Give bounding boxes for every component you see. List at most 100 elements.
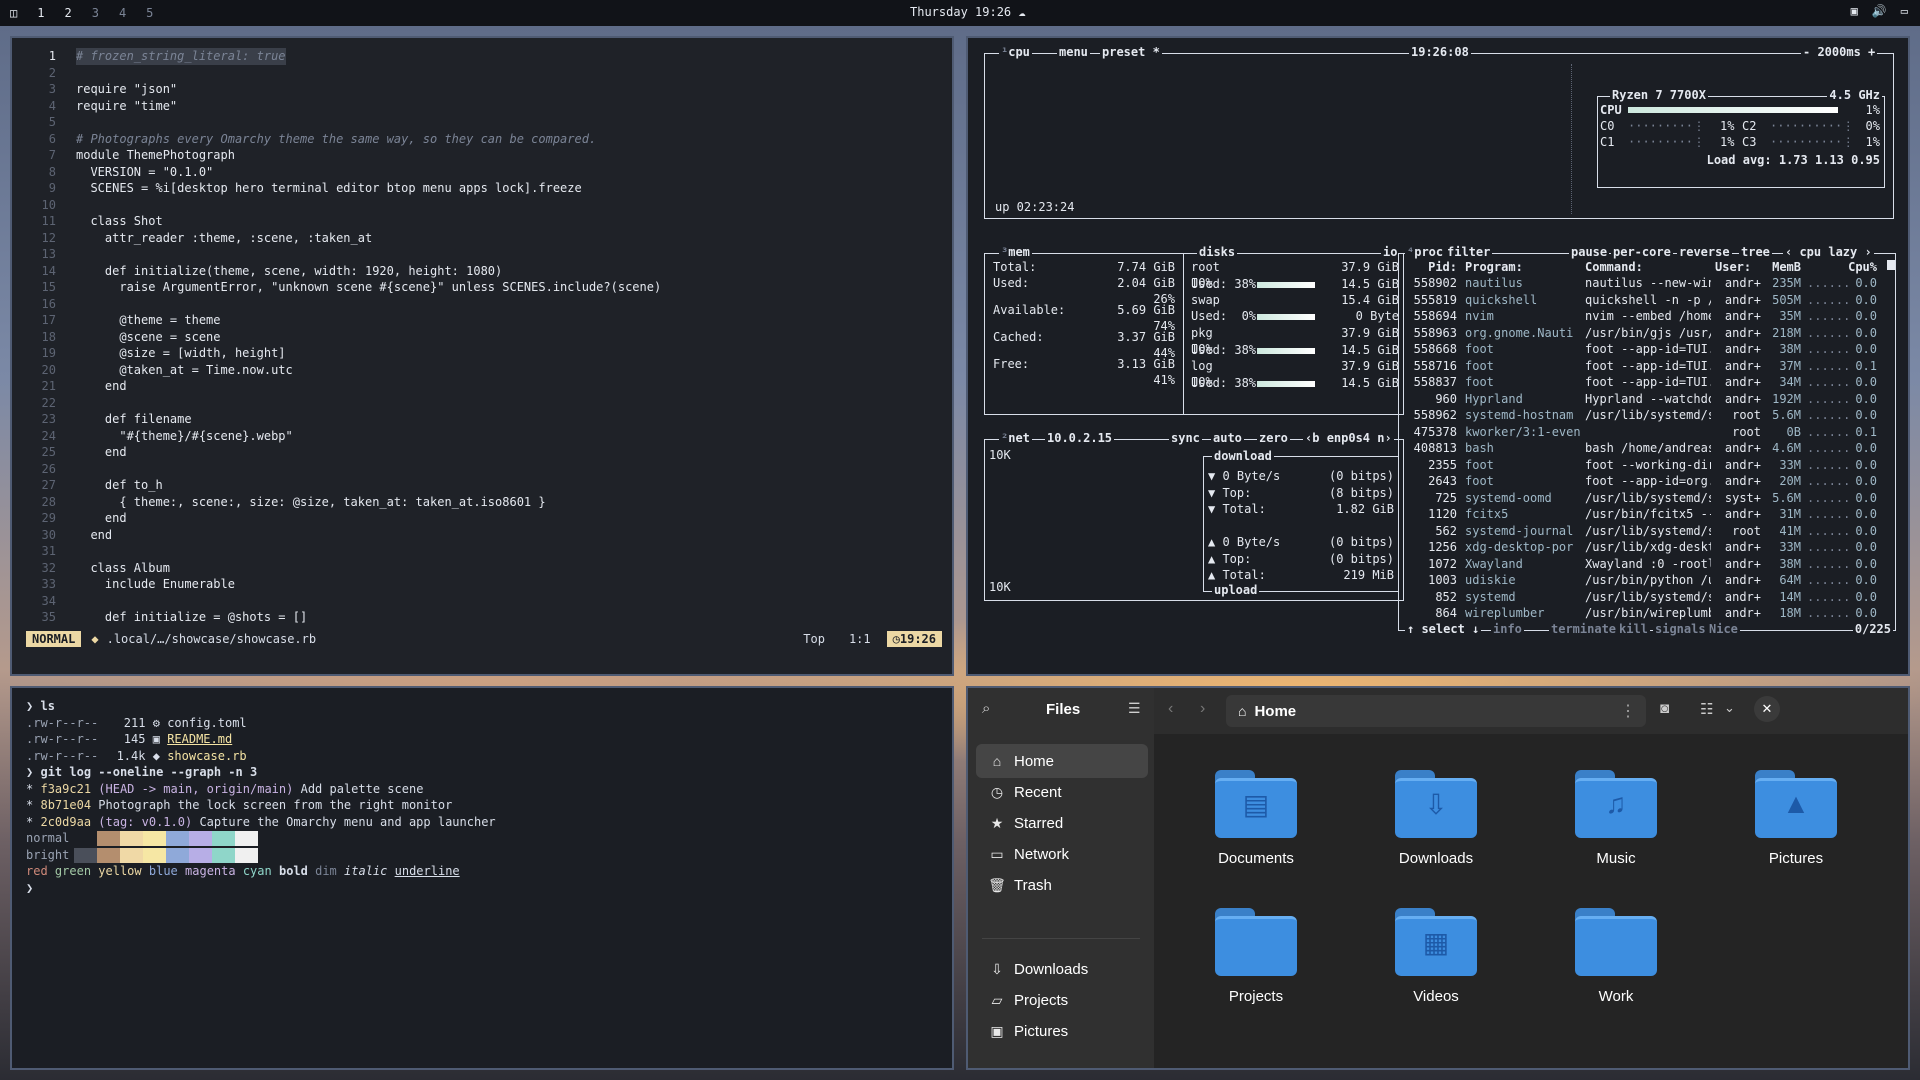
code-line[interactable]: 2: [12, 65, 952, 82]
code-line[interactable]: 24 "#{theme}/#{scene}.webp": [12, 428, 952, 445]
code-line[interactable]: 28 { theme:, scene:, size: @size, taken_…: [12, 494, 952, 511]
code-line[interactable]: 19 @size = [width, height]: [12, 345, 952, 362]
code-line[interactable]: 33 include Enumerable: [12, 576, 952, 593]
folder-work[interactable]: Work: [1546, 908, 1686, 1005]
screen-record-icon[interactable]: ▣: [1851, 4, 1858, 18]
code-line[interactable]: 17 @theme = theme: [12, 312, 952, 329]
proc-header-cell[interactable]: MemB: [1741, 260, 1801, 274]
code-line[interactable]: 12 attr_reader :theme, :scene, :taken_at: [12, 230, 952, 247]
forward-button[interactable]: ›: [1200, 700, 1205, 718]
folder-documents[interactable]: ▤ Documents: [1186, 770, 1326, 867]
proc-nice[interactable]: Nice: [1707, 622, 1740, 636]
code-line[interactable]: 5: [12, 114, 952, 131]
clock[interactable]: Thursday 19:26 ☁: [910, 5, 1026, 19]
files-window[interactable]: ⌕ Files ☰ ⌂ Home ◷ Recent ★ Starred ▭ Network 🗑 T…: [966, 686, 1910, 1070]
sidebar-item-network[interactable]: ▭ Network: [976, 837, 1148, 871]
code-line[interactable]: 6 # Photographs every Omarchy theme the s…: [12, 131, 952, 148]
cpu-box-title[interactable]: ¹cpu: [999, 45, 1032, 59]
proc-scrollbar[interactable]: [1887, 260, 1895, 270]
code-line[interactable]: 32 class Album: [12, 560, 952, 577]
code-line[interactable]: 30 end: [12, 527, 952, 544]
proc-signals[interactable]: signals: [1653, 622, 1708, 636]
sidebar-item-starred[interactable]: ★ Starred: [976, 806, 1148, 840]
close-icon[interactable]: ✕: [1754, 696, 1780, 722]
net-sync-toggle[interactable]: sync: [1169, 431, 1202, 445]
proc-header-cell[interactable]: Pid:: [1397, 260, 1457, 274]
preset-toggle[interactable]: preset *: [1100, 45, 1162, 59]
volume-icon[interactable]: 🔊: [1872, 4, 1887, 18]
code-line[interactable]: 13: [12, 246, 952, 263]
proc-tree[interactable]: tree: [1739, 245, 1772, 259]
code-line[interactable]: 26: [12, 461, 952, 478]
code-line[interactable]: 16: [12, 296, 952, 313]
nvim-editor-window[interactable]: 1 # frozen_string_literal: true 2 3 require …: [10, 36, 954, 676]
proc-reverse[interactable]: reverse: [1677, 245, 1732, 259]
net-interface[interactable]: ‹b enp0s4 n›: [1303, 431, 1394, 445]
code-line[interactable]: 23 def filename: [12, 411, 952, 428]
code-line[interactable]: 11 class Shot: [12, 213, 952, 230]
sidebar-item-projects[interactable]: ▱ Projects: [976, 983, 1148, 1017]
search-icon[interactable]: ⌕: [982, 700, 990, 717]
code-line[interactable]: 1 # frozen_string_literal: true: [12, 48, 952, 65]
screenshot-icon[interactable]: ◙: [1660, 700, 1669, 717]
code-line[interactable]: 10: [12, 197, 952, 214]
terminal-window[interactable]: ❯ ls .rw-r--r-- 211 ⚙ config.toml .rw-r--r…: [10, 686, 954, 1070]
code-line[interactable]: 35 def initialize = @shots = []: [12, 609, 952, 626]
net-auto-toggle[interactable]: auto: [1211, 431, 1244, 445]
code-line[interactable]: 20 @taken_at = Time.now.utc: [12, 362, 952, 379]
disks-title[interactable]: disks: [1197, 245, 1238, 259]
proc-header-cell[interactable]: Cpu%: [1817, 260, 1877, 274]
workspace-3[interactable]: 3: [87, 6, 104, 20]
view-list-icon[interactable]: ☷: [1700, 700, 1713, 718]
code-line[interactable]: 8 VERSION = "0.1.0": [12, 164, 952, 181]
code-line[interactable]: 9 SCENES = %i[desktop hero terminal edit…: [12, 180, 952, 197]
location-menu-icon[interactable]: ⋮: [1620, 701, 1636, 721]
menu-toggle[interactable]: menu: [1057, 45, 1090, 59]
sidebar-item-downloads[interactable]: ⇩ Downloads: [976, 952, 1148, 986]
code-line[interactable]: 34: [12, 593, 952, 610]
code-line[interactable]: 25 end: [12, 444, 952, 461]
proc-percore[interactable]: per-core: [1611, 245, 1673, 259]
workspace-5[interactable]: 5: [141, 6, 158, 20]
proc-header-cell[interactable]: Program:: [1465, 260, 1523, 274]
workspace-2[interactable]: 2: [59, 6, 76, 20]
folder-music[interactable]: ♫ Music: [1546, 770, 1686, 867]
proc-info[interactable]: info: [1491, 622, 1524, 636]
view-options-icon[interactable]: ⌄: [1724, 700, 1735, 716]
code-line[interactable]: 22: [12, 395, 952, 412]
sidebar-item-trash[interactable]: 🗑 Trash: [976, 868, 1148, 902]
back-button[interactable]: ‹: [1168, 700, 1173, 718]
proc-sort[interactable]: ‹ cpu lazy ›: [1783, 245, 1874, 259]
code-line[interactable]: 4 require "time": [12, 98, 952, 115]
proc-select[interactable]: ↑ select ↓: [1405, 622, 1482, 636]
sidebar-item-recent[interactable]: ◷ Recent: [976, 775, 1148, 809]
folder-videos[interactable]: ▦ Videos: [1366, 908, 1506, 1005]
proc-terminate[interactable]: terminate: [1549, 622, 1619, 636]
btop-window[interactable]: ¹cpu menu preset * 19:26:08 - 2000ms + u…: [966, 36, 1910, 676]
code-line[interactable]: 15 raise ArgumentError, "unknown scene #…: [12, 279, 952, 296]
omarchy-menu-icon[interactable]: ◫: [5, 6, 22, 20]
sidebar-item-pictures[interactable]: ▣ Pictures: [976, 1014, 1148, 1048]
code-line[interactable]: 21 end: [12, 378, 952, 395]
code-line[interactable]: 7 module ThemePhotograph: [12, 147, 952, 164]
proc-header-cell[interactable]: Command:: [1585, 260, 1643, 274]
code-line[interactable]: 31: [12, 543, 952, 560]
net-zero-toggle[interactable]: zero: [1257, 431, 1290, 445]
folder-downloads[interactable]: ⇩ Downloads: [1366, 770, 1506, 867]
code-line[interactable]: 18 @scene = scene: [12, 329, 952, 346]
workspace-4[interactable]: 4: [114, 6, 131, 20]
code-line[interactable]: 3 require "json": [12, 81, 952, 98]
folder-pictures[interactable]: ▲ Pictures: [1726, 770, 1866, 867]
hamburger-menu-icon[interactable]: ☰: [1128, 700, 1141, 717]
location-bar[interactable]: ⌂ Home ⋮: [1226, 695, 1646, 727]
disks-io-toggle[interactable]: io: [1381, 245, 1400, 259]
display-icon[interactable]: ▭: [1901, 4, 1908, 18]
folder-projects[interactable]: Projects: [1186, 908, 1326, 1005]
code-line[interactable]: 29 end: [12, 510, 952, 527]
proc-pause[interactable]: pause: [1569, 245, 1610, 259]
workspace-1[interactable]: 1: [32, 6, 49, 20]
proc-kill[interactable]: kill: [1617, 622, 1650, 636]
proc-filter[interactable]: filter: [1445, 245, 1493, 259]
code-line[interactable]: 14 def initialize(theme, scene, width: 1…: [12, 263, 952, 280]
code-line[interactable]: 27 def to_h: [12, 477, 952, 494]
